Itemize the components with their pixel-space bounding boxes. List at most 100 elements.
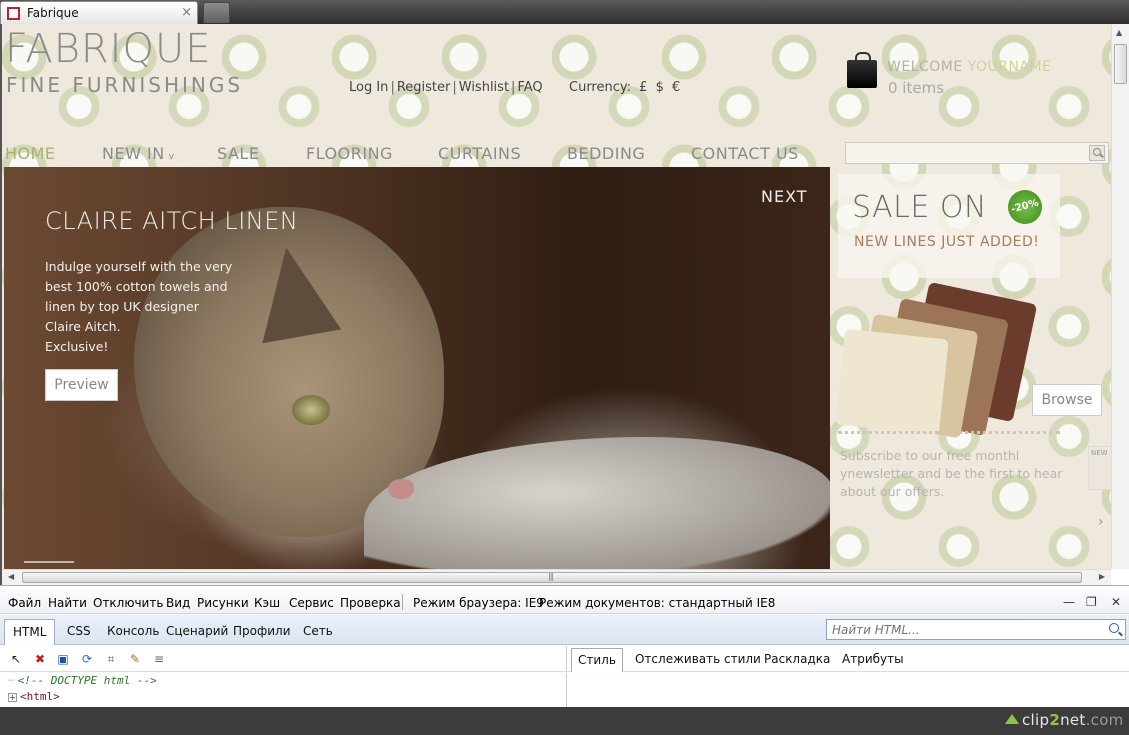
html-search-input[interactable] [827, 620, 1097, 639]
nav-contact-us[interactable]: CONTACT US [691, 144, 799, 163]
browser-viewport: FABRIQUE FINE FURNISHINGS Log In | Registe… [0, 24, 1129, 585]
scrollbar-grip-icon: ||| [548, 572, 554, 581]
scroll-left-icon[interactable]: ◀ [8, 572, 14, 581]
hero-cat-ear [246, 240, 342, 344]
tree-node-doctype[interactable]: ┈ <!-- DOCTYPE html --> [8, 674, 157, 687]
sale-promo: SALE ON -20% NEW LINES JUST ADDED! [838, 174, 1060, 278]
horizontal-scrollbar[interactable]: ◀ ||| ▶ [2, 569, 1111, 585]
scroll-up-icon[interactable]: ▲ [1116, 28, 1122, 37]
tab-attributes[interactable]: Атрибуты [842, 652, 904, 666]
edit-icon[interactable]: ✎ [127, 651, 143, 667]
select-element-icon[interactable]: ↖ [8, 651, 24, 667]
expand-icon[interactable]: + [8, 693, 17, 702]
source-view-icon[interactable]: ⌗ [103, 651, 119, 667]
next-slide-link[interactable]: NEXT [761, 187, 808, 206]
shopping-bag-icon[interactable] [847, 52, 877, 88]
site-tagline: FINE FURNISHINGS [6, 73, 244, 97]
browser-mode-menu[interactable]: Режим браузера: IE9 [413, 596, 544, 610]
tab-style[interactable]: Стиль [571, 648, 623, 672]
menu-find[interactable]: Найти [48, 596, 87, 610]
currency-label: Currency: [569, 80, 632, 95]
hero-text-line: Indulge yourself with the very [45, 259, 233, 274]
nav-bedding[interactable]: BEDDING [567, 144, 645, 163]
menu-images[interactable]: Рисунки [197, 596, 249, 610]
cart-item-count[interactable]: 0 items [888, 79, 944, 97]
doctype-comment: <!-- DOCTYPE html --> [17, 674, 157, 687]
word-wrap-icon[interactable]: ≡ [151, 651, 167, 667]
hero-slider: CLAIRE AITCH LINEN Indulge yourself with… [4, 167, 830, 569]
site-logo[interactable]: FABRIQUE [5, 26, 212, 72]
nav-new-in[interactable]: NEW IN v [102, 144, 175, 163]
menu-disable[interactable]: Отключить [93, 596, 163, 610]
tab-css[interactable]: CSS [67, 624, 91, 638]
login-link[interactable]: Log In [349, 80, 388, 95]
discount-badge: -20% [1004, 186, 1046, 228]
scrollbar-thumb[interactable] [1114, 44, 1127, 84]
undock-icon[interactable]: ❐ [1086, 595, 1097, 609]
divider [838, 431, 1060, 434]
faq-link[interactable]: FAQ [517, 80, 542, 95]
welcome-text: WELCOME YOURNAME [887, 59, 1051, 75]
prev-slide-link[interactable] [24, 561, 74, 569]
close-tab-icon[interactable]: × [181, 5, 192, 20]
welcome-username[interactable]: YOURNAME [968, 59, 1052, 75]
preview-button[interactable]: Preview [45, 369, 118, 401]
minimize-icon[interactable]: — [1063, 595, 1075, 609]
currency-eur[interactable]: € [672, 80, 680, 95]
nav-curtains[interactable]: CURTAINS [438, 144, 521, 163]
menu-separator [402, 594, 403, 610]
close-icon[interactable]: ✕ [1111, 595, 1121, 609]
currency-usd[interactable]: $ [656, 80, 664, 95]
welcome-prefix: WELCOME [887, 59, 963, 75]
devtools-toolbar: ↖ ✖ ▣ ⟳ ⌗ ✎ ≡ [0, 646, 566, 672]
search-icon[interactable] [1089, 145, 1105, 161]
devtools-menu-bar: Файл Найти Отключить Вид Рисунки Кэш Сер… [0, 586, 1129, 614]
menu-cache[interactable]: Кэш [254, 596, 280, 610]
currency-gbp[interactable]: £ [639, 80, 647, 95]
vertical-scrollbar[interactable]: ▲ [1111, 24, 1129, 569]
newsletter-line: Subscribe to our free monthl [840, 448, 1020, 463]
wishlist-link[interactable]: Wishlist [459, 80, 509, 95]
tab-console[interactable]: Консоль [107, 624, 159, 638]
nav-flooring[interactable]: FLOORING [306, 144, 393, 163]
nav-sale[interactable]: SALE [217, 144, 259, 163]
menu-view[interactable]: Вид [166, 596, 190, 610]
hero-cat-nose [388, 479, 414, 499]
browse-button[interactable]: Browse [1032, 384, 1102, 416]
register-link[interactable]: Register [397, 80, 451, 95]
dom-tree: ┈ <!-- DOCTYPE html --> + <html> [0, 673, 566, 708]
tab-trace-styles[interactable]: Отслеживать стили [635, 652, 761, 666]
browser-tab[interactable]: Fabrique × [0, 1, 198, 24]
tab-profiler[interactable]: Профили [233, 624, 291, 638]
chevron-right-icon[interactable]: › [1098, 514, 1104, 530]
newsletter-line: about our offers. [840, 484, 945, 499]
tab-html[interactable]: HTML [4, 619, 56, 645]
site-search-input[interactable] [845, 142, 1109, 164]
developer-tools-panel: Файл Найти Отключить Вид Рисунки Кэш Сер… [0, 585, 1129, 708]
tab-network[interactable]: Сеть [303, 624, 333, 638]
tab-script[interactable]: Сценарий [166, 624, 228, 638]
refresh-icon[interactable]: ⟳ [79, 651, 95, 667]
hero-cat-eye [292, 395, 330, 425]
browser-tab-bar: Fabrique × [0, 0, 1129, 24]
hero-text-line: Exclusive! [45, 339, 109, 354]
style-panel-tabs: Стиль Отслеживать стили Раскладка Атрибу… [566, 646, 1129, 672]
tree-node-html[interactable]: + <html> [8, 690, 60, 703]
clear-icon[interactable]: ✖ [32, 651, 48, 667]
save-icon[interactable]: ▣ [55, 651, 71, 667]
watermark-bar: clip2net.com [0, 707, 1129, 735]
html-search-field[interactable] [826, 619, 1126, 640]
menu-validate[interactable]: Проверка [340, 596, 401, 610]
search-icon[interactable] [1109, 623, 1119, 633]
nav-home[interactable]: HOME [5, 144, 56, 163]
hero-text-line: Claire Aitch. [45, 319, 121, 334]
document-mode-menu[interactable]: Режим документов: стандартный IE8 [539, 596, 775, 610]
tab-layout[interactable]: Раскладка [764, 652, 830, 666]
menu-tools[interactable]: Сервис [289, 596, 334, 610]
site-favicon-icon [7, 7, 20, 20]
new-tab-button[interactable] [203, 2, 230, 23]
scroll-right-icon[interactable]: ▶ [1099, 572, 1105, 581]
hero-text-line: linen by top UK designer [45, 299, 199, 314]
menu-file[interactable]: Файл [8, 596, 41, 610]
newsletter-widget[interactable]: NEW [1088, 446, 1111, 490]
